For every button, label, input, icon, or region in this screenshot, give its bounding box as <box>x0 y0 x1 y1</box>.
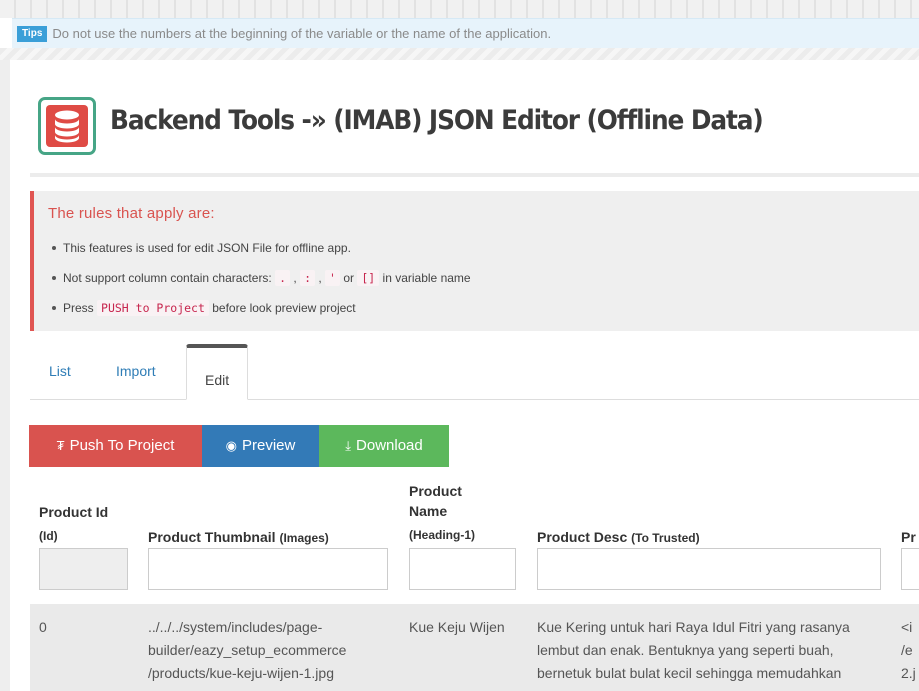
tips-badge: Tips <box>17 25 48 42</box>
tips-text: Do not use the numbers at the beginning … <box>52 26 552 41</box>
cell-product-desc: Kue Kering untuk hari Raya Idul Fitri ya… <box>537 616 850 685</box>
preview-button[interactable]: ◉ Preview <box>202 425 319 467</box>
filter-input-truncated[interactable] <box>901 548 919 590</box>
col-header-product-name: Product Name (Heading-1) <box>409 481 475 545</box>
cell-line: /products/kue-keju-wijen-1.jpg <box>148 665 334 681</box>
rule-item: This features is used for edit JSON File… <box>48 240 471 270</box>
tab-edit[interactable]: Edit <box>186 344 249 400</box>
cell-line: lembut dan enak. Bentuknya yang seperti … <box>537 642 834 658</box>
rule-item: Press PUSH to Project before look previe… <box>48 300 471 330</box>
rule-item: Not support column contain characters: .… <box>48 270 471 300</box>
rule-item-or: or <box>343 271 354 285</box>
code-char: ' <box>325 270 340 286</box>
push-button-label: Push To Project <box>69 437 175 454</box>
download-icon: ⤓ <box>345 438 352 453</box>
col-header-truncated: Pr <box>901 527 916 547</box>
cell-truncated: <i /e 2.j <box>901 616 916 685</box>
col-header-product-thumbnail: Product Thumbnail (Images) <box>148 527 329 548</box>
filter-input-product-id[interactable] <box>39 548 128 590</box>
col-title: Pr <box>901 529 916 545</box>
database-icon <box>38 97 96 155</box>
cell-line: Kue Kering untuk hari Raya Idul Fitri ya… <box>537 619 850 635</box>
cell-line: 2.j <box>901 665 916 681</box>
code-push: PUSH to Project <box>97 300 209 316</box>
push-icon: ₮ <box>56 438 65 453</box>
col-hint: (Id) <box>39 529 58 543</box>
filter-input-product-thumbnail[interactable] <box>148 548 388 590</box>
header-divider <box>30 173 919 177</box>
rules-callout: The rules that apply are: This features … <box>30 191 919 331</box>
table-header: Product Id (Id) Product Thumbnail (Image… <box>30 478 919 600</box>
col-hint: (To Trusted) <box>631 531 700 545</box>
page-title: Backend Tools -» (IMAB) JSON Editor (Off… <box>110 105 764 136</box>
tab-bar: List Import Edit <box>30 343 919 400</box>
col-hint: (Images) <box>279 531 329 545</box>
col-title: Name <box>409 503 448 519</box>
cell-line: builder/eazy_setup_ecommerce <box>148 642 347 658</box>
cell-line: bernetuk bulat bulat kecil sehingga memu… <box>537 665 842 681</box>
col-header-product-desc: Product Desc (To Trusted) <box>537 527 700 548</box>
rule-item-text: Not support column contain characters: <box>63 271 272 285</box>
cell-product-id: 0 <box>39 619 47 635</box>
rule-item-suffix: before look preview project <box>212 301 356 315</box>
wave-divider <box>0 48 919 60</box>
tips-bar: Tips Do not use the numbers at the beginn… <box>12 18 919 50</box>
code-char: . <box>275 270 291 286</box>
col-title: Product Id <box>39 504 109 520</box>
cell-product-thumbnail: ../../../system/includes/page- builder/e… <box>148 616 346 685</box>
left-panel-shade <box>0 60 10 691</box>
filter-input-product-desc[interactable] <box>537 548 881 590</box>
eye-icon: ◉ <box>225 438 237 453</box>
filter-input-product-name[interactable] <box>409 548 516 590</box>
tab-list[interactable]: List <box>49 343 71 399</box>
table-row[interactable]: 0 ../../../system/includes/page- builder… <box>30 604 919 691</box>
cell-line: <i <box>901 619 913 635</box>
code-brackets: [] <box>357 270 380 286</box>
top-decoration-strip <box>0 0 919 18</box>
col-title: Product Desc <box>537 529 628 545</box>
cell-product-name: Kue Keju Wijen <box>409 619 505 635</box>
download-button-label: Download <box>356 437 423 454</box>
download-button[interactable]: ⤓ Download <box>319 425 449 467</box>
col-title: Product Thumbnail <box>148 529 276 545</box>
col-title: Product <box>409 483 462 499</box>
rules-list: This features is used for edit JSON File… <box>48 240 471 330</box>
cell-line: ../../../system/includes/page- <box>148 619 323 635</box>
col-hint: (Heading-1) <box>409 528 475 542</box>
cell-line: /e <box>901 642 913 658</box>
rules-heading: The rules that apply are: <box>48 205 215 222</box>
code-char: : <box>300 270 316 286</box>
preview-button-label: Preview <box>241 437 296 454</box>
rule-item-text: Press <box>63 301 94 315</box>
rule-item-text: This features is used for edit JSON File… <box>63 241 351 255</box>
tab-import[interactable]: Import <box>116 343 156 399</box>
push-to-project-button[interactable]: ₮ Push To Project <box>29 425 202 467</box>
rule-item-suffix: in variable name <box>382 271 471 285</box>
col-header-product-id: Product Id (Id) <box>39 502 108 546</box>
